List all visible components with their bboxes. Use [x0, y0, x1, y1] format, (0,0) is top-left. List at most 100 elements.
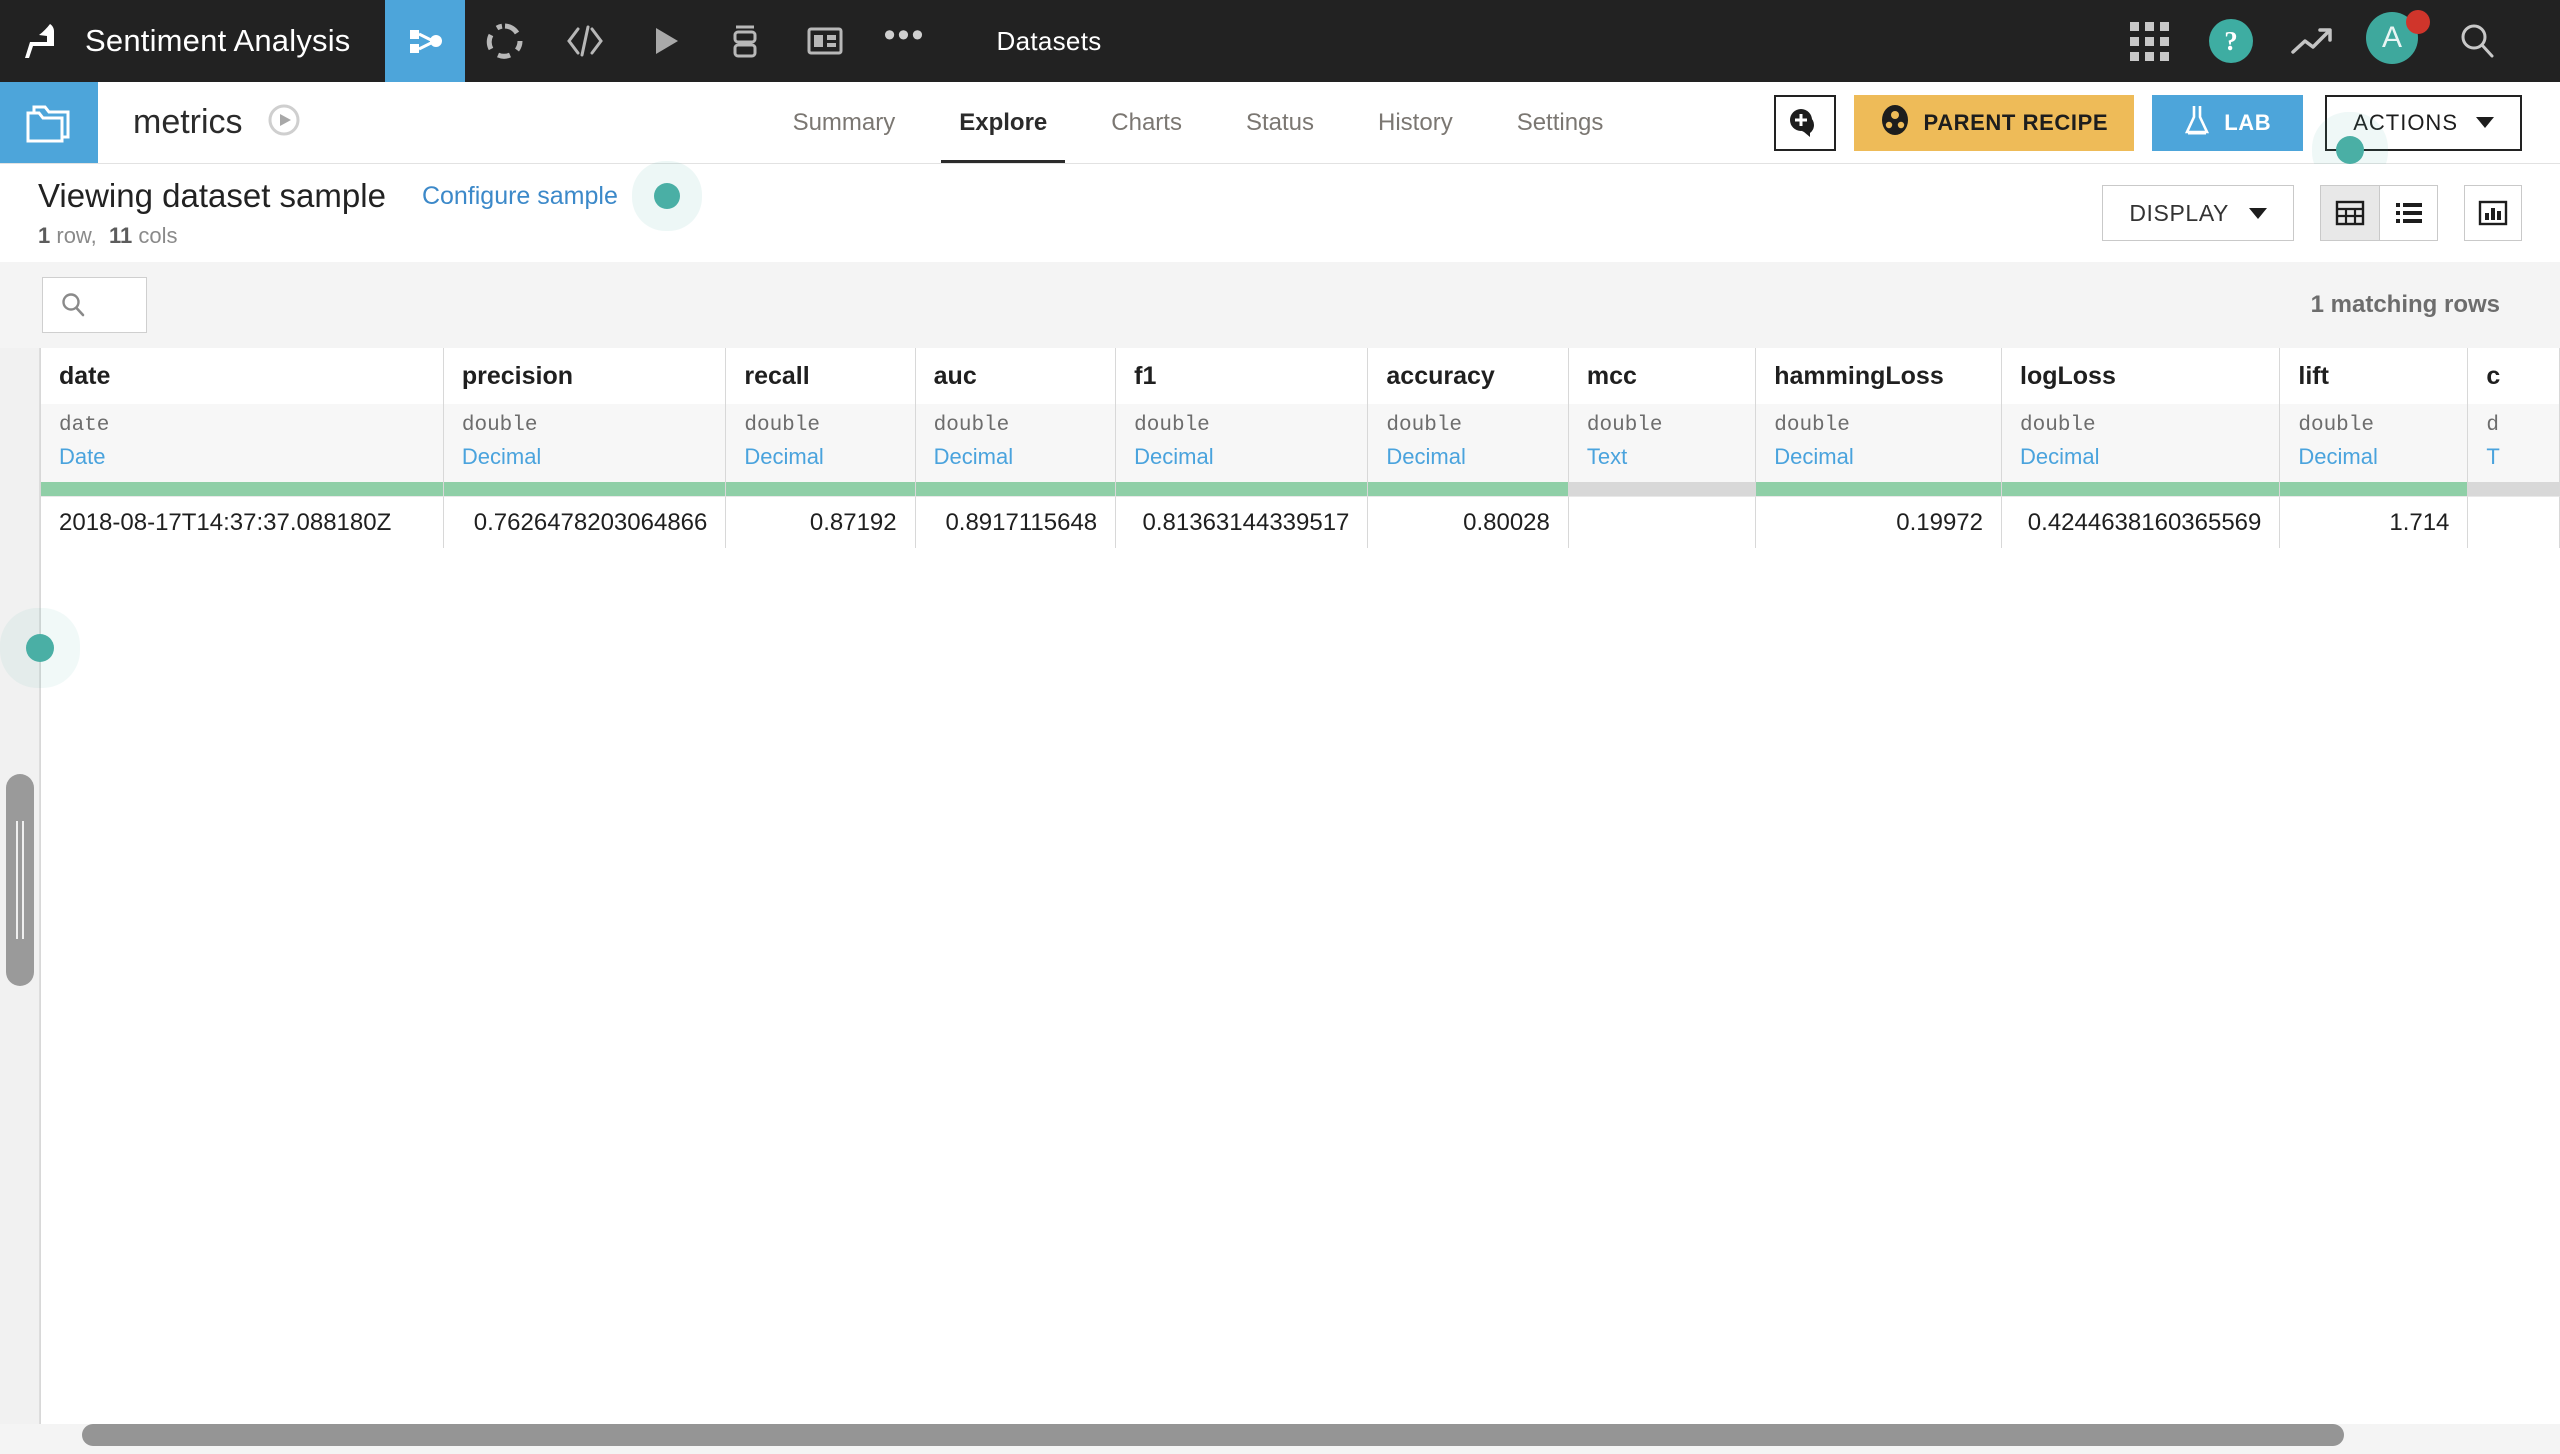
column-meta-accuracy: double Decimal: [1368, 404, 1569, 482]
cell-c[interactable]: [2468, 496, 2560, 548]
data-grid: date precision recall auc f1 accuracy mcc hammi…: [40, 348, 2560, 1424]
trending-icon[interactable]: [2272, 0, 2354, 82]
column-meaning[interactable]: Decimal: [2298, 444, 2449, 470]
column-meaning[interactable]: Decimal: [1386, 444, 1549, 470]
automation-icon[interactable]: [705, 0, 785, 82]
cell-recall[interactable]: 0.87192: [726, 496, 916, 548]
row-word: row,: [56, 223, 97, 248]
list-view-icon[interactable]: [2379, 186, 2437, 240]
header-quality-row: [41, 482, 2560, 496]
column-header-accuracy[interactable]: accuracy: [1368, 348, 1569, 404]
column-quality-bar-logLoss[interactable]: [2002, 482, 2281, 496]
tab-explore[interactable]: Explore: [927, 82, 1079, 163]
cell-auc[interactable]: 0.8917115648: [915, 496, 1117, 548]
table-view-icon[interactable]: [2321, 186, 2379, 240]
column-header-auc[interactable]: auc: [915, 348, 1117, 404]
column-meaning[interactable]: T: [2486, 444, 2541, 470]
cell-date[interactable]: 2018-08-17T14:37:37.088180Z: [41, 496, 444, 548]
column-meta-precision: double Decimal: [443, 404, 727, 482]
tab-summary[interactable]: Summary: [761, 82, 928, 163]
code-icon[interactable]: [545, 0, 625, 82]
column-chart-icon[interactable]: [2464, 185, 2522, 241]
tab-settings[interactable]: Settings: [1485, 82, 1636, 163]
cell-f1[interactable]: 0.81363144339517: [1116, 496, 1369, 548]
project-nav-icons: •••: [384, 0, 945, 82]
column-meaning[interactable]: Decimal: [934, 444, 1098, 470]
horizontal-scroll-track[interactable]: [41, 1424, 2560, 1454]
dataiku-logo[interactable]: [0, 0, 85, 82]
column-quality-bar-c[interactable]: [2468, 482, 2560, 496]
folder-icon[interactable]: [0, 82, 98, 163]
column-storage-type: double: [461, 414, 538, 437]
tab-status[interactable]: Status: [1214, 82, 1346, 163]
column-meaning[interactable]: Date: [59, 444, 425, 470]
nav-section-label[interactable]: Datasets: [997, 0, 1102, 82]
tab-charts[interactable]: Charts: [1079, 82, 1214, 163]
column-storage-type: double: [1386, 414, 1463, 437]
column-header-recall[interactable]: recall: [726, 348, 916, 404]
cell-logLoss[interactable]: 0.4244638160365569: [2002, 496, 2281, 548]
cell-hammingLoss[interactable]: 0.19972: [1756, 496, 2003, 548]
apps-grid-icon[interactable]: [2108, 0, 2190, 82]
column-storage-type: double: [2298, 414, 2374, 437]
display-label: DISPLAY: [2129, 199, 2229, 226]
search-icon[interactable]: [2436, 0, 2518, 82]
column-quality-bar-mcc[interactable]: [1568, 482, 1757, 496]
dataset-header-bar: metrics Summary Explore Charts Status Hi…: [0, 82, 2560, 164]
column-meaning[interactable]: Decimal: [1774, 444, 1983, 470]
table-hint-dot: [26, 634, 54, 662]
column-quality-bar-recall[interactable]: [726, 482, 916, 496]
notification-badge: [2406, 10, 2430, 34]
column-header-date[interactable]: date: [41, 348, 444, 404]
help-icon[interactable]: ?: [2190, 0, 2272, 82]
column-meaning[interactable]: Decimal: [744, 444, 896, 470]
cell-mcc[interactable]: [1568, 496, 1757, 548]
column-quality-bar-lift[interactable]: [2280, 482, 2469, 496]
column-storage-type: double: [744, 414, 820, 437]
column-quality-bar-auc[interactable]: [915, 482, 1117, 496]
column-header-f1[interactable]: f1: [1116, 348, 1369, 404]
more-nav-icon[interactable]: •••: [865, 0, 945, 82]
column-meaning[interactable]: Decimal: [2020, 444, 2261, 470]
dataset-circle-icon[interactable]: [465, 0, 545, 82]
column-header-logLoss[interactable]: logLoss: [2002, 348, 2281, 404]
dashboard-icon[interactable]: [785, 0, 865, 82]
display-dropdown-button[interactable]: DISPLAY: [2102, 185, 2294, 241]
jobs-play-icon[interactable]: [625, 0, 705, 82]
cell-accuracy[interactable]: 0.80028: [1368, 496, 1569, 548]
column-storage-type: double: [2020, 414, 2096, 437]
column-quality-bar-f1[interactable]: [1116, 482, 1369, 496]
top-nav-right-tools: ? A: [2108, 0, 2560, 82]
discussion-icon[interactable]: [1773, 94, 1836, 151]
search-input[interactable]: [42, 277, 147, 333]
column-header-precision[interactable]: precision: [443, 348, 727, 404]
play-circle-icon[interactable]: [267, 103, 301, 142]
lab-button[interactable]: LAB: [2152, 94, 2304, 151]
column-quality-bar-precision[interactable]: [443, 482, 727, 496]
user-avatar[interactable]: A: [2354, 0, 2436, 82]
cell-precision[interactable]: 0.7626478203064866: [443, 496, 727, 548]
column-meaning[interactable]: Text: [1587, 444, 1737, 470]
table-row: 2018-08-17T14:37:37.088180Z 0.76264782030…: [41, 496, 2560, 548]
dataset-action-buttons: PARENT RECIPE LAB ACTIONS: [1773, 82, 2560, 163]
column-drag-handle[interactable]: [6, 774, 34, 986]
column-meta-c: dT: [2468, 404, 2560, 482]
column-header-lift[interactable]: lift: [2280, 348, 2469, 404]
configure-sample-link[interactable]: Configure sample: [422, 182, 618, 211]
horizontal-scrollbar[interactable]: [82, 1424, 2344, 1446]
cell-lift[interactable]: 1.714: [2280, 496, 2469, 548]
project-name[interactable]: Sentiment Analysis: [85, 0, 385, 82]
column-quality-bar-accuracy[interactable]: [1368, 482, 1569, 496]
parent-recipe-button[interactable]: PARENT RECIPE: [1853, 94, 2135, 151]
column-meta-hammingLoss: double Decimal: [1756, 404, 2003, 482]
flow-icon[interactable]: [384, 0, 465, 82]
help-glyph: ?: [2209, 19, 2253, 63]
column-quality-bar-date[interactable]: [41, 482, 444, 496]
column-header-mcc[interactable]: mcc: [1568, 348, 1757, 404]
column-header-c[interactable]: c: [2468, 348, 2560, 404]
tab-history[interactable]: History: [1346, 82, 1485, 163]
column-header-hammingLoss[interactable]: hammingLoss: [1756, 348, 2003, 404]
column-meaning[interactable]: Decimal: [1134, 444, 1349, 470]
column-quality-bar-hammingLoss[interactable]: [1756, 482, 2003, 496]
column-meaning[interactable]: Decimal: [462, 444, 708, 470]
